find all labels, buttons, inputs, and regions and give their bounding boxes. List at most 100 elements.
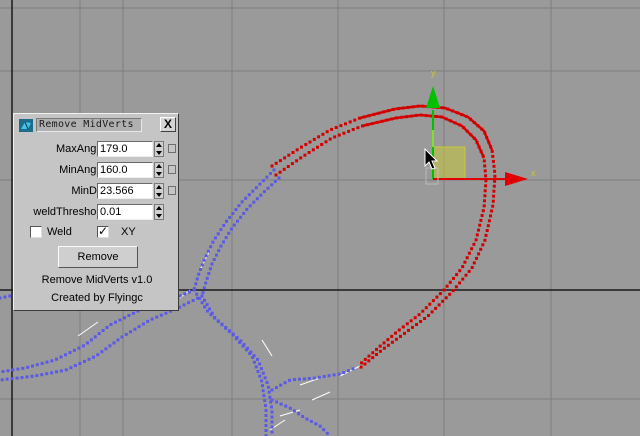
spline-vertex [375,347,378,351]
spline-vertex [394,331,397,335]
spline-vertex [399,334,402,338]
spline-vertex [284,404,288,408]
spline-vertex [241,344,245,348]
spline-vertex [390,340,394,344]
param-value-field[interactable]: 160.0 [97,162,153,178]
lock-toggle-icon[interactable] [168,186,176,195]
spline-vertex [475,256,478,260]
spline-vertex [442,288,446,292]
spline-vertex [483,238,487,242]
spline-vertex [382,346,386,350]
spline-vertex [307,377,311,380]
weld-label: Weld [47,226,72,238]
spline-vertex [356,126,360,130]
spline-vertex [467,251,471,255]
spline-vertex [211,240,215,244]
x-axis-arrow [505,172,528,186]
spline-vertex [483,199,486,203]
spinner-arrows-icon[interactable] [154,204,164,220]
remove-button[interactable]: Remove [58,246,138,268]
spline-vertex [261,179,265,183]
spline-vertex [491,154,495,158]
spline-vertex [262,190,266,194]
spline-vertex [227,231,231,235]
lock-toggle-icon[interactable] [168,144,176,153]
spline-vertex [124,332,128,336]
dialog-titlebar[interactable]: Remove MidVerts X [16,116,176,134]
spline-vertex [45,372,49,376]
spline-vertex [448,292,452,296]
spline-vertex [409,319,413,323]
spline-vertex [150,317,154,321]
lock-toggle-icon[interactable] [168,165,176,174]
spline-vertex [371,356,375,360]
spline-vertex [317,375,321,379]
spline-vertex [239,215,243,219]
spline-vertex [183,292,187,296]
spline-vertex [146,319,150,323]
spline-vertex [472,242,476,246]
spline-vertex [251,356,255,359]
spline-vertex [327,374,331,378]
spline-vertex [199,268,202,271]
spline-vertex [258,182,262,186]
spline-vertex [224,236,228,240]
spline-vertex [3,295,7,299]
spline-vertex [254,186,258,190]
xy-checkbox[interactable]: ✓ [97,224,109,238]
spline-vertex [87,357,91,361]
selected-spline-vertices[interactable] [270,104,497,369]
param-value-field[interactable]: 179.0 [97,141,153,157]
param-value-field[interactable]: 0.01 [97,204,153,220]
spline-vertex [434,306,438,310]
spline-vertex [448,280,452,284]
spline-vertex [378,344,382,348]
version-text: Remove MidVerts v1.0 [41,274,153,286]
spline-vertex [337,133,341,137]
spline-vertex [325,431,329,435]
spinner-arrows-icon[interactable] [154,141,164,157]
spline-vertex [11,368,15,372]
spline-vertex [474,238,478,242]
spline-vertex [277,176,281,180]
spline-vertex [297,377,301,381]
spline-vertex [321,132,325,136]
spline-vertex [64,368,68,372]
spline-vertex [265,175,269,179]
dialog-title: Remove MidVerts [36,118,142,132]
spline-vertex [236,219,239,223]
spline-vertex [493,169,497,173]
spline-vertex [363,362,367,366]
spline-vertex [254,365,258,369]
spline-vertex [278,170,282,174]
spline-vertex [270,430,274,434]
spline-vertex [244,196,248,200]
spline-vertex [297,412,301,416]
spline-vertex [332,373,336,377]
spline-vertex [435,295,439,299]
spinner-arrows-icon[interactable] [154,162,164,178]
spline-vertex [227,330,231,333]
spline-vertex [492,194,496,198]
spline-vertex [263,404,267,407]
spline-vertex [479,247,483,251]
spline-vertex [219,244,223,248]
param-value-field[interactable]: 23.566 [97,183,153,199]
spline-segment [261,339,273,357]
spline-vertex [264,414,268,417]
param-row: weldThreshold: 0.01 [14,204,180,222]
spinner-arrows-icon[interactable] [154,183,164,199]
spline-vertex [268,395,272,399]
spline-vertex [264,409,268,412]
spline-vertex [137,325,141,329]
spline-vertex [481,243,485,247]
spline-vertex [431,299,435,303]
weld-checkbox[interactable] [30,226,42,238]
spline-vertex [89,338,93,342]
spline-vertex [407,328,410,332]
spline-vertex [353,118,357,122]
spline-vertex [0,296,2,300]
spline-vertex [252,360,256,364]
close-icon[interactable]: X [160,117,176,132]
spline-vertex [204,281,208,285]
